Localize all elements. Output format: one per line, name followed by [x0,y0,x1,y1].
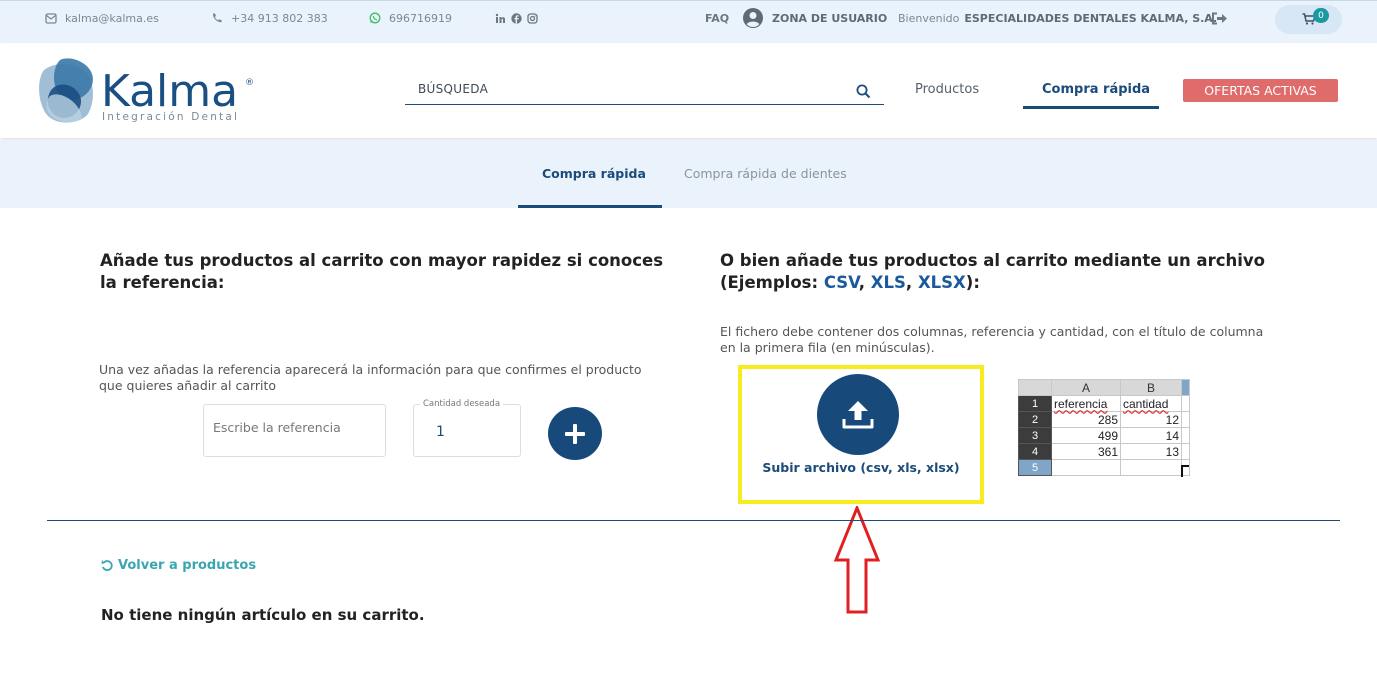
upload-icon [842,400,874,428]
sheet-cell: 499 [1051,427,1121,444]
plus-icon [565,423,585,444]
sheet-cell: cantidad [1120,395,1182,412]
sheet-cell [1120,459,1182,476]
search-underline [405,104,884,105]
sheet-cell-text: cantidad [1123,396,1169,411]
phone-icon [212,13,222,23]
linkedin-icon[interactable] [495,13,506,24]
ext-separator-1: , [858,273,871,292]
sheet-cell [1181,427,1190,444]
logout-icon [1212,12,1227,24]
reference-section-info: Una vez añadas la referencia aparecerá l… [99,362,642,393]
sheet-row-number: 1 [1018,395,1052,412]
company-name: ESPECIALIDADES DENTALES KALMA, S.A. [964,11,1218,25]
kalma-logo-icon[interactable] [36,56,102,126]
cart-count-badge: 0 [1313,8,1329,23]
user-zone-link[interactable]: ZONA DE USUARIO [742,1,887,35]
reference-section-heading: Añade tus productos al carrito con mayor… [100,251,664,292]
sheet-cell: 14 [1120,427,1182,444]
sheet-col-header: B [1120,379,1182,396]
ext-xls: XLS [870,273,906,292]
search-input[interactable]: BÚSQUEDA [418,82,488,96]
upload-file-button[interactable] [817,374,899,455]
sheet-selection-corner [1181,465,1189,477]
sheet-cell: referencia [1051,395,1121,412]
reference-input-placeholder: Escribe la referencia [213,420,341,435]
ext-xlsx: XLSX [917,273,966,292]
file-section-info: El fichero debe contener dos columnas, r… [720,324,1264,355]
empty-cart-message: No tiene ningún artículo en su carrito. [101,606,425,624]
search-icon[interactable] [856,84,871,99]
undo-icon [101,560,113,571]
sheet-cell: 13 [1120,443,1182,460]
quantity-value: 1 [436,424,445,440]
facebook-icon[interactable] [511,12,522,24]
upload-file-label[interactable]: Subir archivo (csv, xls, xlsx) [738,460,984,475]
sheet-cell: 12 [1120,411,1182,428]
welcome-label: Bienvenido [898,11,960,25]
sheet-cell [1181,411,1190,428]
whatsapp-icon [369,12,381,24]
quantity-label: Cantidad deseada [420,399,504,409]
whatsapp-text: 696716919 [389,11,452,25]
phone-link[interactable]: +34 913 802 383 [211,1,328,35]
logout-button[interactable] [1211,1,1236,35]
social-links [495,1,546,35]
mail-icon [45,12,57,24]
user-zone-label: ZONA DE USUARIO [772,11,888,25]
nav-compra-rapida[interactable]: Compra rápida [1042,82,1150,97]
sheet-row-number: 5 [1018,459,1052,476]
cart-button[interactable] [1275,5,1342,34]
nav-active-indicator [1023,106,1159,109]
sheet-cell [1181,395,1190,412]
spreadsheet-example: A B 1 referencia cantidad 2 285 12 3 499… [1018,379,1191,476]
sheet-cell [1051,459,1121,476]
back-to-products-link[interactable]: Volver a productos [101,558,256,573]
faq-link[interactable]: FAQ [705,1,729,35]
tab-active-indicator [518,205,662,208]
sheet-row-number: 3 [1018,427,1052,444]
ext-csv: CSV [823,273,859,292]
sheet-col-header: A [1051,379,1121,396]
welcome-text: Bienvenido ESPECIALIDADES DENTALES KALMA… [898,1,1217,35]
instagram-icon[interactable] [527,12,538,24]
sheet-corner-cell [1018,379,1052,396]
sheet-col-header-edge [1181,379,1190,396]
file-section-heading: O bien añade tus productos al carrito me… [720,250,1290,294]
sheet-cell [1181,443,1190,460]
sheet-cell: 285 [1051,411,1121,428]
phone-text: +34 913 802 383 [231,11,328,25]
add-to-cart-button[interactable] [548,407,602,460]
whatsapp-link[interactable]: 696716919 [369,1,452,35]
ext-separator-2: , [905,273,918,292]
sheet-row-number: 2 [1018,411,1052,428]
annotation-arrow-icon [834,506,880,614]
back-to-products-label: Volver a productos [118,558,257,573]
tab-compra-rapida-dientes[interactable]: Compra rápida de dientes [684,166,847,181]
sheet-cell-text: referencia [1054,396,1108,411]
file-heading-prefix: O bien añade tus productos al carrito me… [720,251,1265,292]
tab-compra-rapida[interactable]: Compra rápida [542,166,646,181]
logo-tagline: Integración Dental [102,111,240,123]
logo-registered-mark: ® [245,78,254,88]
sheet-cell: 361 [1051,443,1121,460]
quantity-input[interactable] [413,404,521,457]
email-link[interactable]: kalma@kalma.es [45,1,159,35]
email-text: kalma@kalma.es [65,11,159,25]
user-icon [743,8,763,28]
top-bar: kalma@kalma.es +34 913 802 383 696716919… [0,0,1377,43]
ofertas-activas-button[interactable]: OFERTAS ACTIVAS [1183,79,1338,102]
file-heading-suffix: ): [965,273,980,292]
logo-wordmark[interactable]: Kalma [101,67,238,117]
sheet-row-number: 4 [1018,443,1052,460]
nav-productos[interactable]: Productos [915,82,979,97]
section-divider [47,520,1340,521]
